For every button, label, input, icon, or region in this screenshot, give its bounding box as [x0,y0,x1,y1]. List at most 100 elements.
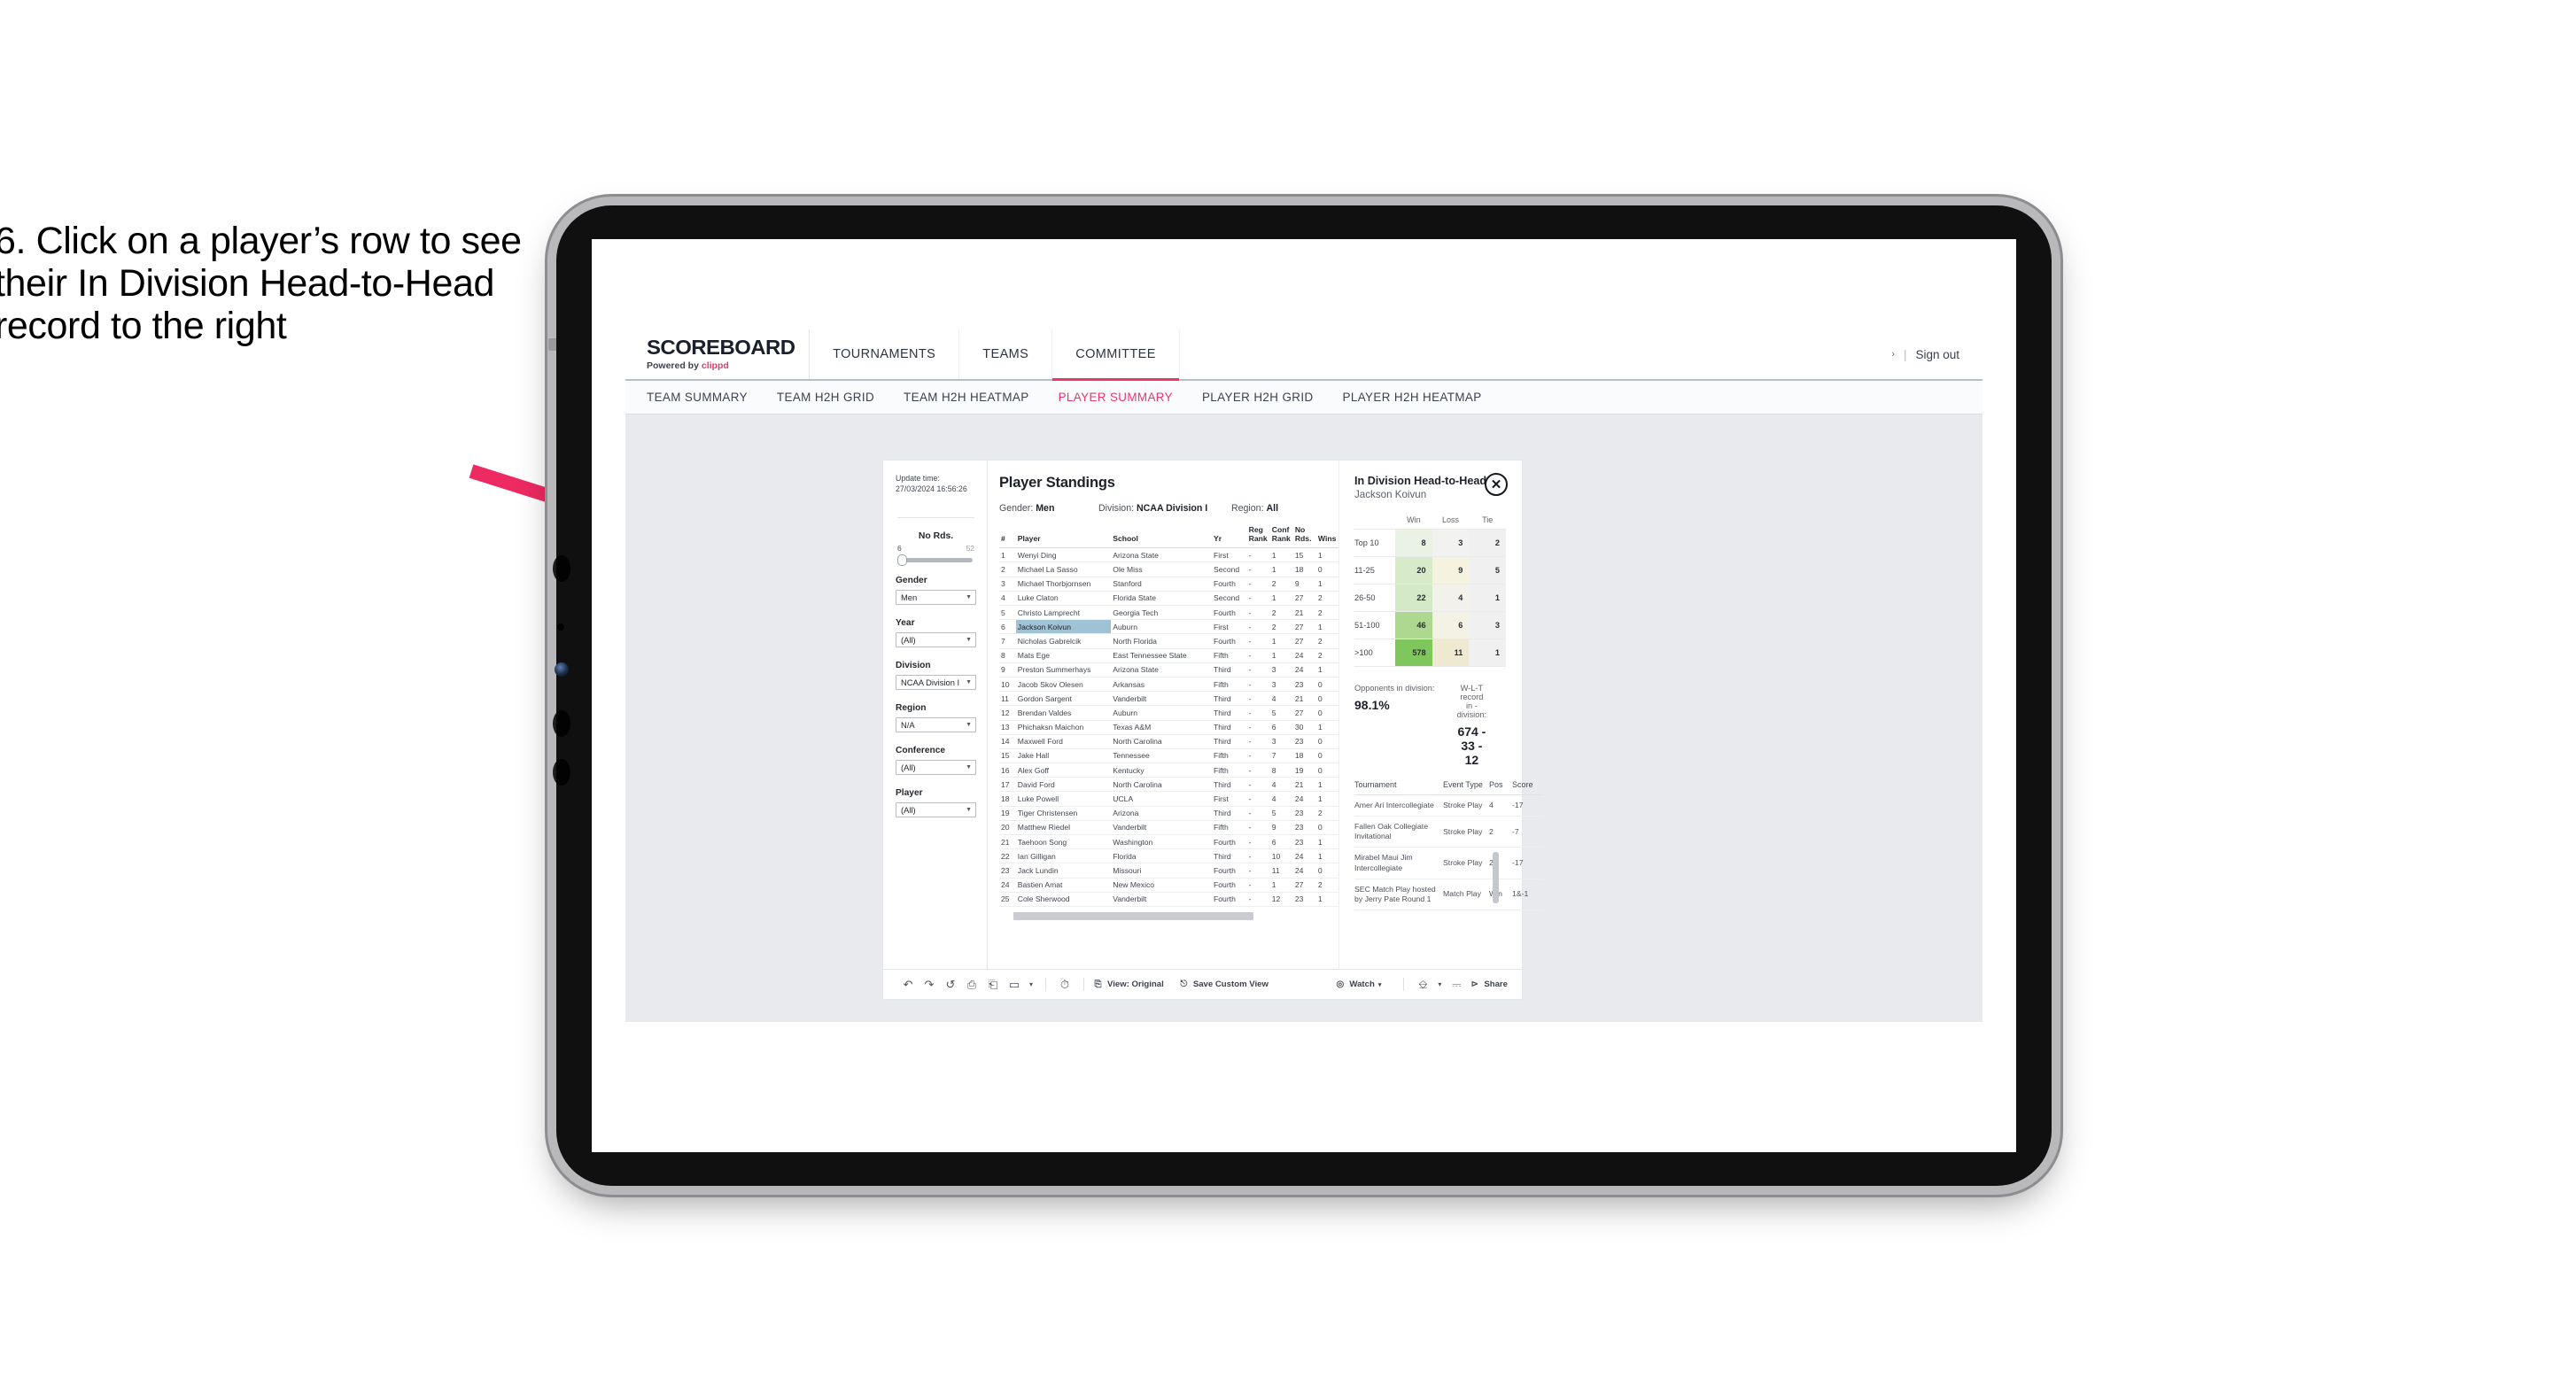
table-row[interactable]: 16 Alex Goff Kentucky Fifth -8 19 0 [999,763,1338,778]
subtab-player-summary[interactable]: PLAYER SUMMARY [1059,391,1173,404]
table-row[interactable]: 12 Brendan Valdes Auburn Third -5 27 0 [999,705,1338,721]
table-row[interactable]: 23 Jack Lundin Missouri Fourth -11 24 0 [999,863,1338,879]
table-row[interactable]: 17 David Ford North Carolina Third -4 21 1 [999,777,1338,793]
refresh-data-icon[interactable]: ⎙ [961,979,982,990]
player-select[interactable]: (All) ▼ [896,802,976,818]
tournament-row[interactable]: Amer Ari Intercollegiate Stroke Play 4 -17 [1354,794,1542,817]
tournament-row[interactable]: Mirabel Maui Jim Intercollegiate Stroke P… [1354,847,1542,879]
table-row[interactable]: 25 Cole Sherwood Vanderbilt Fourth -12 23 1 [999,892,1338,907]
table-row[interactable]: 11 Gordon Sargent Vanderbilt Third -4 21 0 [999,691,1338,707]
share-button[interactable]: ⊳ Share [1469,979,1508,989]
subtab-team-h2h-heatmap[interactable]: TEAM H2H HEATMAP [904,391,1029,404]
year-select[interactable]: (All) ▼ [896,632,976,648]
conf-rank-cell: 1 [1269,591,1293,607]
sign-out-link[interactable]: Sign out [1915,348,1959,361]
table-row[interactable]: 3 Michael Thorbjornsen Stanford Fourth -2 9 1 [999,577,1338,592]
reg-rank-cell: - [1246,577,1270,592]
subtab-player-h2h-grid[interactable]: PLAYER H2H GRID [1202,391,1314,404]
table-row[interactable]: 6 Jackson Koivun Auburn First -2 27 1 [999,619,1338,635]
col-school[interactable]: School [1111,523,1213,549]
gender-select[interactable]: Men ▼ [896,590,976,606]
no-rounds-slider[interactable] [897,554,973,567]
tournament-row[interactable]: SEC Match Play hosted by Jerry Pate Roun… [1354,879,1542,910]
power-button[interactable] [553,759,570,786]
table-row[interactable]: 13 Phichaksn Maichon Texas A&M Third -6 30 1 [999,720,1338,735]
redo-icon[interactable]: ↷ [919,979,940,990]
conf-rank-cell: 1 [1269,633,1293,649]
revert-icon[interactable]: ↺ [940,979,961,990]
table-row[interactable]: 10 Jacob Skov Olesen Arkansas Fifth -3 23 0 [999,677,1338,693]
table-row[interactable]: 15 Jake Hall Tennessee Fifth -7 18 0 [999,748,1338,764]
col-reg-rank[interactable]: Reg Rank [1246,523,1270,549]
pause-updates-icon[interactable]: ⎗ [982,979,1004,990]
volume-down-button[interactable] [553,710,570,737]
player-name-cell: Luke Powell [1015,791,1112,807]
school-cell: Auburn [1111,619,1213,635]
tournament-row[interactable]: Fallen Oak Collegiate Invitational Stroke… [1354,816,1542,848]
col-pos[interactable]: Pos [1489,780,1512,795]
volume-up-button[interactable] [553,555,570,582]
save-custom-view-button[interactable]: ⎋ Save Custom View [1178,979,1269,989]
region-value: N/A [901,720,915,731]
player-name-cell: Luke Claton [1015,591,1112,607]
summary-region: Region: All [1231,503,1311,514]
col-rank[interactable]: # [999,523,1016,549]
subtab-team-summary[interactable]: TEAM SUMMARY [647,391,748,404]
table-row[interactable]: 2 Michael La Sasso Ole Miss Second -1 18 0 [999,561,1338,577]
table-row[interactable]: 7 Nicholas Gabrelcik North Florida Fourth -1… [999,633,1338,649]
slider-handle[interactable] [897,554,907,567]
chevron-down-icon[interactable]: ▾ [1025,980,1037,988]
download-icon[interactable]: ⎒ [1412,979,1433,990]
brand-logo[interactable]: SCOREBOARD Powered by clippd [625,329,811,379]
col-conf-rank[interactable]: Conf Rank [1269,523,1293,549]
division-select[interactable]: NCAA Division I ▼ [896,675,976,691]
table-row[interactable]: 21 Taehoon Song Washington Fourth -6 23 1 [999,834,1338,850]
no-rds-cell: 23 [1292,834,1316,850]
nav-tab-teams[interactable]: TEAMS [959,329,1053,379]
custom-views-icon[interactable]: ▭ [1004,979,1025,990]
subtab-player-h2h-heatmap[interactable]: PLAYER H2H HEATMAP [1343,391,1482,404]
table-row[interactable]: 9 Preston Summerhays Arizona State Third -3 2… [999,662,1338,678]
table-horizontal-scrollbar[interactable] [1013,911,1253,920]
year-cell: First [1212,547,1247,563]
player-standings-panel: Player Standings Gender: Men Division: N… [988,461,1338,969]
table-row[interactable]: 5 Christo Lamprecht Georgia Tech Fourth -2 21… [999,605,1338,621]
table-row[interactable]: 14 Maxwell Ford North Carolina Third -3 23 0 [999,734,1338,749]
col-score[interactable]: Score [1512,780,1542,795]
col-event-type[interactable]: Event Type [1443,780,1489,795]
wins-cell: 2 [1315,878,1338,893]
chevron-right-icon[interactable]: › [1891,349,1895,360]
tournament-name-cell: Mirabel Maui Jim Intercollegiate [1354,847,1443,879]
table-row[interactable]: 8 Mats Ege East Tennessee State Fifth -1 24 2 [999,648,1338,663]
close-icon[interactable]: ✕ [1485,473,1508,496]
table-row[interactable]: 22 Ian Gilligan Florida Third -10 24 1 [999,848,1338,864]
table-row[interactable]: 1 Wenyi Ding Arizona State First -1 15 1 [999,547,1338,563]
tournament-scrollbar[interactable] [1493,851,1499,903]
table-row[interactable]: 24 Bastien Amat New Mexico Fourth -1 27 2 [999,878,1338,893]
chevron-down-icon[interactable]: ▾ [1433,980,1446,988]
region-select[interactable]: N/A ▼ [896,717,976,733]
update-time-value: 27/03/2024 16:56:26 [896,484,967,493]
nav-tab-tournaments[interactable]: TOURNAMENTS [810,329,960,379]
subtab-team-h2h-grid[interactable]: TEAM H2H GRID [777,391,874,404]
col-player[interactable]: Player [1015,523,1112,549]
conf-rank-cell: 3 [1269,734,1293,749]
col-no-rds[interactable]: No Rds. [1292,523,1316,549]
fullscreen-icon[interactable]: ⎓ [1446,979,1467,990]
nav-tab-committee[interactable]: COMMITTEE [1052,329,1180,381]
view-original-button[interactable]: ⎘ View: Original [1092,979,1164,989]
watch-button[interactable]: ◎ Watch ▾ [1334,979,1382,989]
alerts-icon[interactable]: ⏱ [1054,979,1075,990]
table-row[interactable]: 20 Matthew Riedel Vanderbilt Fifth -9 23 0 [999,820,1338,836]
col-wins[interactable]: Wins [1315,523,1338,549]
reg-rank-cell: - [1246,777,1270,793]
no-rds-cell: 30 [1292,720,1316,735]
table-row[interactable]: 18 Luke Powell UCLA First -4 24 1 [999,791,1338,807]
table-row[interactable]: 4 Luke Claton Florida State Second -1 27 2 [999,591,1338,607]
conference-select[interactable]: (All) ▼ [896,760,976,776]
col-tournament[interactable]: Tournament [1354,780,1443,795]
col-year[interactable]: Yr [1212,523,1247,549]
table-row[interactable]: 19 Tiger Christensen Arizona Third -5 23 2 [999,806,1338,821]
rank-cell: 8 [999,648,1016,663]
undo-icon[interactable]: ↶ [897,979,919,990]
